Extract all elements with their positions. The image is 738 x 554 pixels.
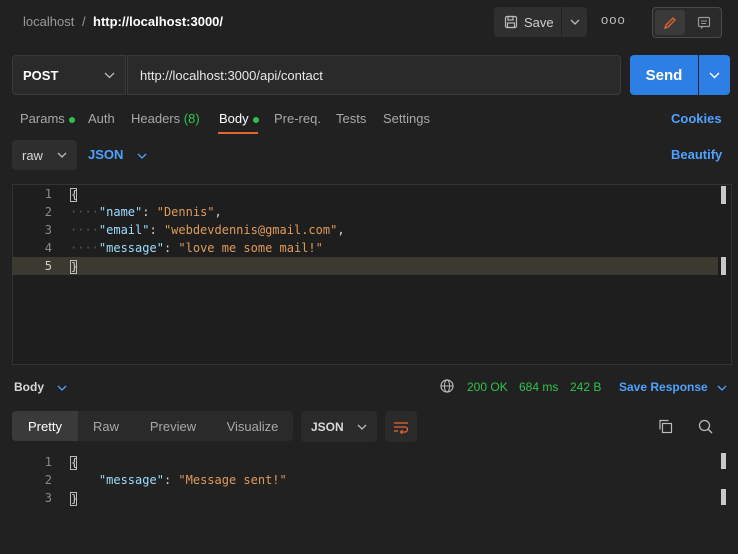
brace-close: } <box>70 260 78 274</box>
line-number: 1 <box>44 187 52 201</box>
code-line: 1 { <box>12 453 718 471</box>
code-line: 3 } <box>12 489 718 507</box>
edit-mode-button[interactable] <box>655 10 685 35</box>
tab-body[interactable]: Body <box>219 111 259 126</box>
code-line: 2 "message": "Message sent!" <box>12 471 718 489</box>
method-select[interactable]: POST <box>12 55 126 95</box>
active-tab-indicator <box>218 132 258 134</box>
save-label: Save <box>524 14 554 30</box>
line-number: 3 <box>44 223 52 237</box>
code-line: 2 ····"name": "Dennis", <box>12 203 718 221</box>
json-key: "message" <box>98 473 164 487</box>
breadcrumb-host[interactable]: localhost <box>23 14 74 29</box>
breadcrumb-url[interactable]: http://localhost:3000/ <box>93 14 223 29</box>
code-line-current: 5 } <box>12 257 718 275</box>
method-label: POST <box>23 67 59 83</box>
documentation-mode-button[interactable] <box>689 10 719 35</box>
cookies-link[interactable]: Cookies <box>671 111 722 126</box>
copy-icon[interactable] <box>658 419 673 434</box>
response-scroll-marker <box>721 489 726 505</box>
chevron-down-icon <box>57 152 67 158</box>
chevron-down-icon <box>357 424 367 430</box>
json-value: "Message sent!" <box>178 473 287 487</box>
json-key: "name" <box>98 205 143 219</box>
pencil-icon <box>663 16 677 30</box>
body-mode-select[interactable]: raw <box>12 140 77 170</box>
json-value: "love me some mail!" <box>178 241 323 255</box>
response-format-select[interactable]: JSON <box>301 411 377 442</box>
response-code: 1 { 2 "message": "Message sent!" 3 } <box>12 453 718 507</box>
save-response-label: Save Response <box>619 380 708 394</box>
tab-params[interactable]: Params <box>20 111 75 126</box>
response-scrollbar[interactable] <box>721 453 726 469</box>
view-pretty[interactable]: Pretty <box>12 411 78 441</box>
tab-headers-label: Headers <box>131 111 181 126</box>
wrap-lines-button[interactable] <box>385 411 417 442</box>
json-value: "webdevdennis@gmail.com" <box>163 223 338 237</box>
tab-auth[interactable]: Auth <box>88 111 115 126</box>
tab-tests[interactable]: Tests <box>336 111 366 126</box>
chevron-down-icon <box>137 153 147 159</box>
save-icon <box>504 15 518 29</box>
json-key: "email" <box>98 223 150 237</box>
headers-count: (8) <box>183 111 200 126</box>
editor-scroll-marker <box>721 257 726 275</box>
chevron-down-icon <box>709 72 720 79</box>
chevron-down-icon <box>57 385 67 391</box>
chevron-down-icon <box>717 385 727 391</box>
line-number: 3 <box>44 491 52 505</box>
tab-body-label: Body <box>219 111 249 126</box>
wrap-lines-icon <box>393 420 409 434</box>
tab-settings[interactable]: Settings <box>383 111 430 126</box>
more-options-button[interactable]: ooo <box>601 12 626 27</box>
tab-params-label: Params <box>20 111 65 126</box>
chevron-down-icon <box>570 19 580 25</box>
search-icon[interactable] <box>698 419 713 434</box>
json-value: "Dennis" <box>156 205 215 219</box>
response-time[interactable]: 684 ms <box>519 380 558 394</box>
send-button[interactable]: Send <box>630 55 698 95</box>
status-code[interactable]: 200 OK <box>467 380 508 394</box>
save-response-button[interactable]: Save Response <box>619 380 727 394</box>
brace-close: } <box>70 492 78 506</box>
status-dot <box>252 116 259 123</box>
brace-open: { <box>70 188 78 202</box>
view-visualize[interactable]: Visualize <box>212 411 293 441</box>
response-format-label: JSON <box>311 419 344 434</box>
send-dropdown-button[interactable] <box>699 55 730 95</box>
body-format-select[interactable]: JSON <box>88 147 147 162</box>
code-line: 1 { <box>12 185 718 203</box>
code-line: 3 ····"email": "webdevdennis@gmail.com", <box>12 221 718 239</box>
body-mode-label: raw <box>22 147 43 163</box>
line-number: 2 <box>44 205 52 219</box>
response-section-label: Body <box>14 380 44 394</box>
json-key: "message" <box>98 241 164 255</box>
body-format-label: JSON <box>88 147 124 162</box>
url-input[interactable]: http://localhost:3000/api/contact <box>127 55 621 95</box>
response-size[interactable]: 242 B <box>570 380 601 394</box>
line-number: 4 <box>44 241 52 255</box>
beautify-button[interactable]: Beautify <box>671 147 722 162</box>
status-dot <box>68 116 75 123</box>
code-line: 4 ····"message": "love me some mail!" <box>12 239 718 257</box>
chevron-down-icon <box>104 72 115 79</box>
line-number: 1 <box>44 455 52 469</box>
brace-open: { <box>70 456 78 470</box>
request-code: 1 { 2 ····"name": "Dennis", 3 ····"email… <box>12 185 718 275</box>
comment-icon <box>697 16 711 30</box>
line-number: 2 <box>44 473 52 487</box>
save-dropdown-button[interactable] <box>562 7 587 37</box>
line-number: 5 <box>44 259 52 273</box>
tab-prereq[interactable]: Pre-req. <box>274 111 321 126</box>
save-button[interactable]: Save <box>494 7 561 37</box>
view-raw[interactable]: Raw <box>78 411 134 441</box>
response-section-select[interactable]: Body <box>14 380 67 394</box>
editor-scrollbar[interactable] <box>721 186 726 204</box>
tab-headers[interactable]: Headers (8) <box>131 111 200 126</box>
breadcrumb-separator: / <box>82 14 86 29</box>
view-preview[interactable]: Preview <box>134 411 212 441</box>
globe-icon[interactable] <box>440 379 454 393</box>
